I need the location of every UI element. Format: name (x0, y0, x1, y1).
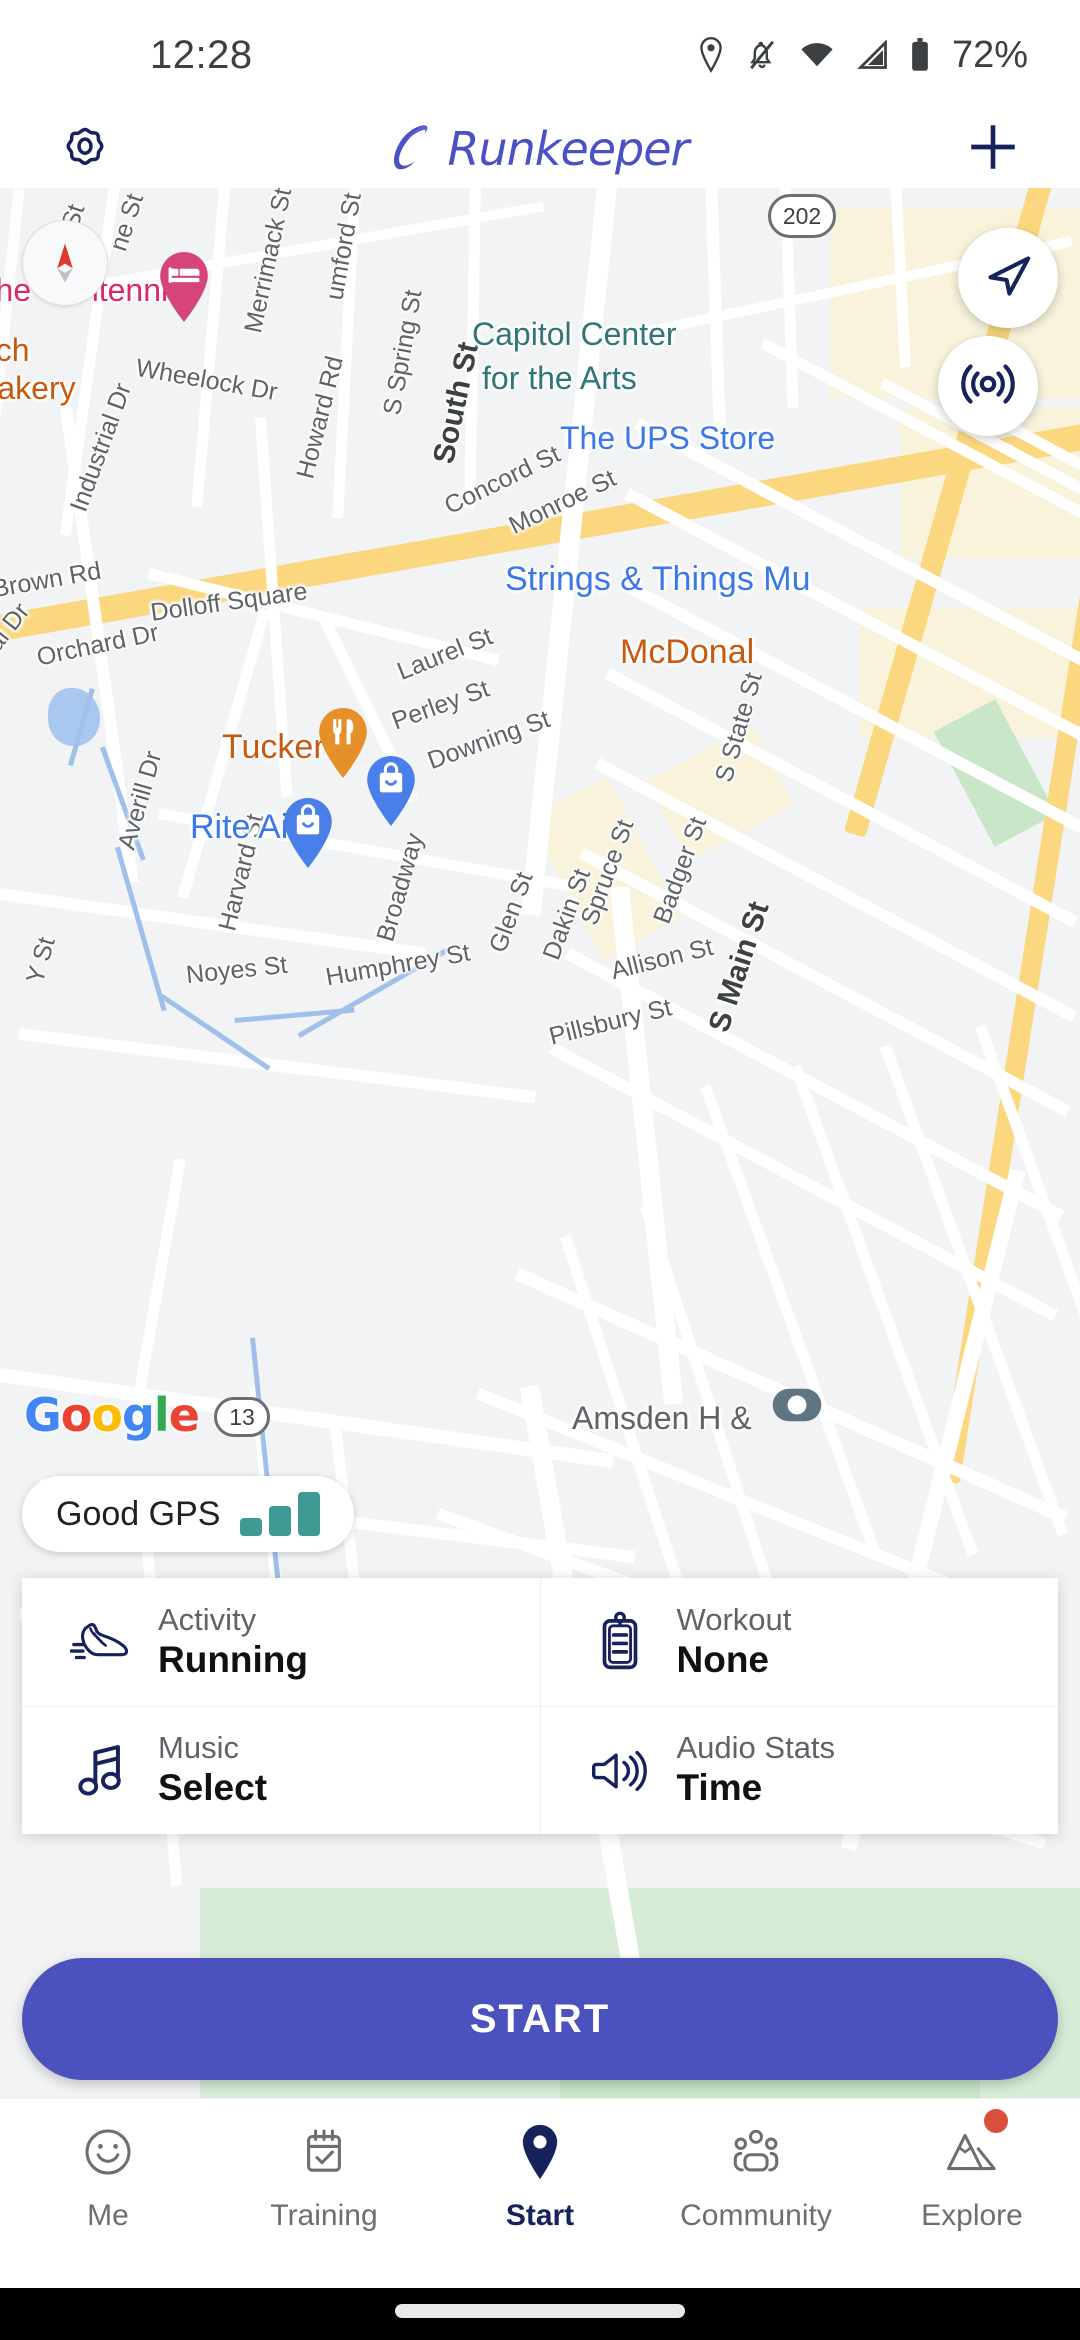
calendar-check-icon (296, 2121, 352, 2183)
compass-icon[interactable] (22, 220, 108, 306)
poi-label[interactable]: McDonal (620, 633, 754, 672)
battery-percent-label: 72% (951, 33, 1028, 76)
bottom-navigation: Me Training Start Community Explore (0, 2098, 1080, 2288)
audio-stats-option[interactable]: Audio Stats Time (539, 1707, 1059, 1834)
options-row: Music Select Audio Stats Time (22, 1706, 1058, 1834)
broadcast-icon (960, 356, 1016, 417)
gear-icon[interactable] (58, 120, 112, 179)
google-letter: l (153, 1388, 170, 1442)
people-group-icon (727, 2121, 785, 2183)
location-pin-icon (696, 37, 726, 73)
poi-label[interactable]: The UPS Store (560, 420, 775, 457)
notifications-off-icon (746, 37, 778, 73)
clipboard-icon (589, 1611, 651, 1673)
nav-label: Community (680, 2199, 832, 2232)
gps-signal-bars-icon (240, 1492, 321, 1536)
activity-option[interactable]: Activity Running (22, 1578, 540, 1706)
cell-signal-icon (856, 40, 890, 70)
status-bar-clock: 12:28 (150, 32, 253, 77)
nav-label: Explore (921, 2199, 1023, 2232)
nav-item-training[interactable]: Training (216, 2121, 432, 2233)
location-pin-icon (516, 2121, 564, 2183)
wifi-icon (798, 40, 836, 70)
option-label: Music (158, 1730, 239, 1766)
app-screen: 12:28 72% Runkeeper 202 13 St ne St Merr… (0, 0, 1080, 2340)
explore-badge-dot (984, 2109, 1008, 2133)
workout-option[interactable]: Workout None (539, 1578, 1059, 1706)
map-canvas: 202 13 St ne St Merrimack St umford St S… (0, 188, 1080, 2236)
home-indicator[interactable] (395, 2304, 685, 2318)
map-pin-shop[interactable] (363, 754, 419, 828)
poi-label[interactable]: Bakery (0, 370, 76, 407)
battery-icon (910, 38, 930, 72)
workout-options-panel: Activity Running Workout None Music Sele… (22, 1578, 1058, 1834)
recenter-button[interactable] (958, 228, 1058, 328)
nav-item-start[interactable]: Start (432, 2121, 648, 2233)
nav-item-community[interactable]: Community (648, 2121, 864, 2233)
status-bar: 12:28 72% (0, 0, 1080, 110)
map-pin-amsden[interactable] (770, 1378, 824, 1432)
google-letter: e (168, 1388, 200, 1442)
map-view[interactable]: 202 13 St ne St Merrimack St umford St S… (0, 188, 1080, 2236)
gps-status-pill: Good GPS (22, 1476, 355, 1552)
google-letter: g (121, 1388, 155, 1442)
google-logo: Google (24, 1388, 200, 1442)
nav-item-explore[interactable]: Explore (864, 2109, 1080, 2233)
option-value: None (676, 1638, 770, 1680)
nav-label: Training (270, 2199, 378, 2232)
nav-label: Me (87, 2199, 129, 2232)
brand-name: Runkeeper (447, 122, 690, 176)
running-shoe-icon (70, 1617, 132, 1667)
option-value: Running (158, 1638, 309, 1680)
music-option[interactable]: Music Select (22, 1707, 540, 1834)
speaker-icon (589, 1746, 651, 1796)
status-bar-icons: 72% (696, 34, 1028, 77)
option-value: Select (158, 1767, 268, 1809)
runkeeper-logo: Runkeeper (380, 118, 689, 181)
google-letter: o (91, 1388, 123, 1442)
asics-swoosh-icon (380, 118, 438, 181)
map-pin-rite-aid[interactable] (280, 796, 336, 870)
poi-label[interactable]: ach (0, 332, 30, 369)
option-label: Workout (676, 1601, 792, 1637)
bed-icon (168, 267, 200, 283)
poi-label[interactable]: Amsden H & (572, 1400, 752, 1437)
option-label: Activity (158, 1601, 257, 1637)
live-tracking-button[interactable] (938, 336, 1038, 436)
start-button[interactable]: START (22, 1958, 1058, 2080)
music-note-icon (70, 1741, 132, 1801)
nav-label: Start (505, 2199, 575, 2232)
smiley-face-icon (80, 2121, 136, 2183)
option-label: Audio Stats (676, 1730, 836, 1766)
google-letter: G (24, 1388, 62, 1442)
nav-item-me[interactable]: Me (0, 2121, 216, 2233)
navigation-arrow-icon (981, 249, 1035, 308)
poi-label[interactable]: Capitol Center (472, 316, 677, 353)
poi-label[interactable]: Strings & Things Mu (505, 560, 811, 599)
option-value: Time (676, 1767, 763, 1809)
google-letter: o (60, 1388, 93, 1442)
system-navigation-area (0, 2288, 1080, 2340)
route-shield-13: 13 (214, 1397, 270, 1437)
map-pin-the-centennial[interactable] (156, 250, 212, 324)
options-row: Activity Running Workout None (22, 1578, 1058, 1706)
route-shield-202: 202 (768, 194, 836, 238)
poi-label[interactable]: for the Arts (482, 360, 637, 397)
app-header: Runkeeper (0, 110, 1080, 188)
gps-status-label: Good GPS (56, 1494, 221, 1533)
plus-icon[interactable] (964, 118, 1022, 181)
